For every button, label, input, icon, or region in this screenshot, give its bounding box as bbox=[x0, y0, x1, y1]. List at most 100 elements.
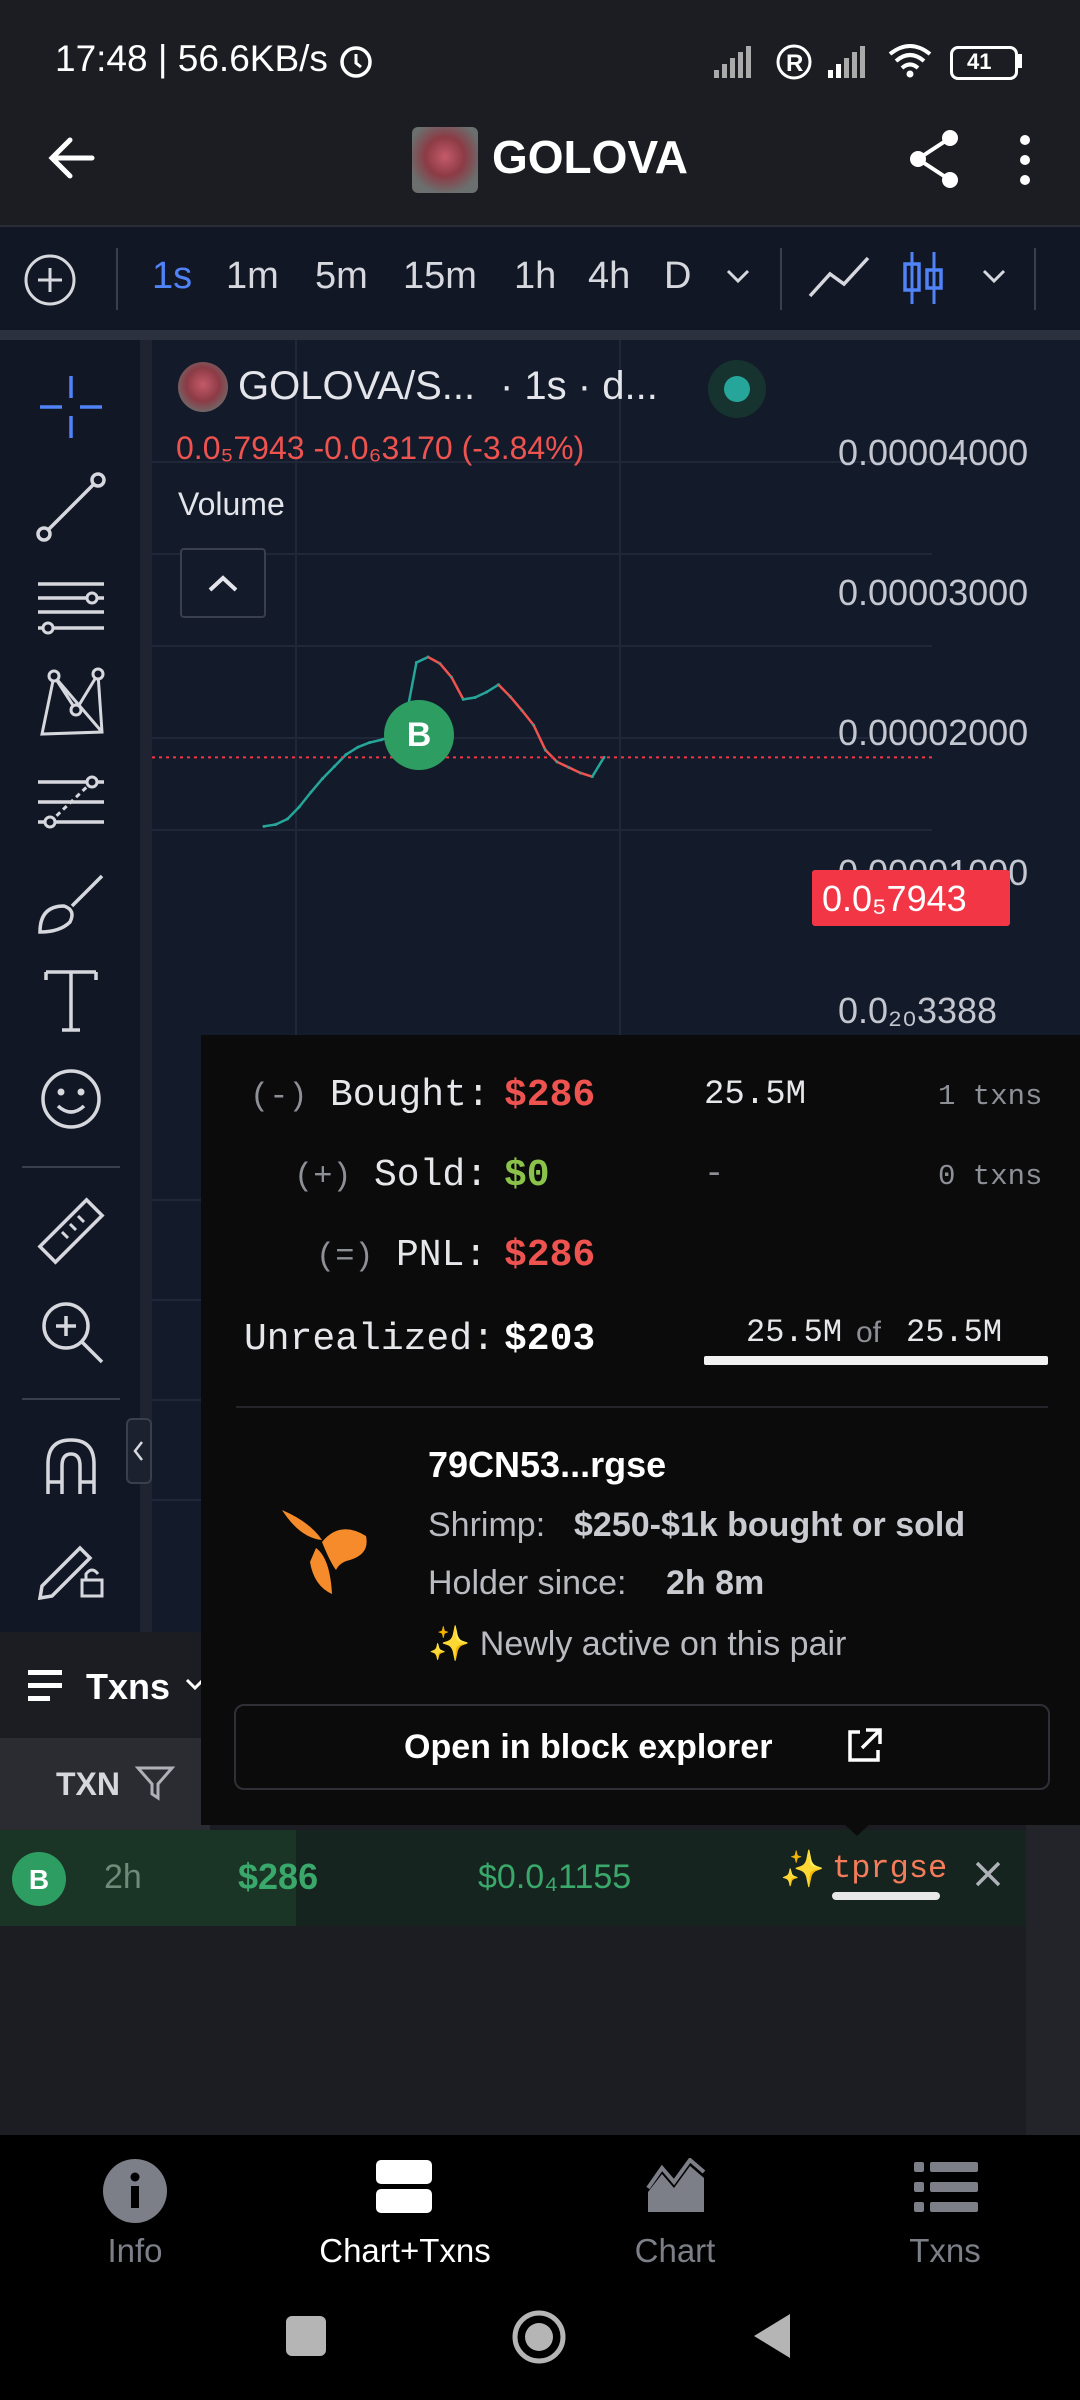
registered-icon: R bbox=[776, 44, 812, 80]
txn-usd: $286 bbox=[238, 1856, 319, 1897]
back-arrow-icon[interactable] bbox=[44, 130, 100, 186]
popup-divider bbox=[236, 1406, 1048, 1408]
ruler-icon[interactable] bbox=[30, 1190, 112, 1272]
txn-side-label: B bbox=[28, 1864, 50, 1895]
sold-txns: 0 txns bbox=[938, 1160, 1043, 1193]
text-icon[interactable] bbox=[30, 960, 112, 1042]
sparkle-icon: ✨ bbox=[780, 1848, 825, 1889]
add-indicator-icon[interactable] bbox=[22, 252, 78, 308]
txn-side-badge: B bbox=[12, 1852, 66, 1906]
bought-value: $286 bbox=[504, 1074, 596, 1117]
home-button[interactable] bbox=[510, 2308, 568, 2366]
emoji-icon[interactable] bbox=[30, 1058, 112, 1140]
zoom-in-icon[interactable] bbox=[30, 1290, 112, 1372]
pnl-value: $286 bbox=[504, 1234, 596, 1277]
price-series-segment bbox=[497, 683, 512, 698]
price-series-segment bbox=[544, 749, 558, 763]
more-vert-icon[interactable] bbox=[1010, 132, 1040, 188]
timeframe-1s[interactable]: 1s bbox=[152, 255, 192, 298]
newly-active-note: ✨ Newly active on this pair bbox=[428, 1625, 847, 1663]
current-price-tag-text: 0.0₅7943 bbox=[822, 878, 967, 919]
timeframe-1m[interactable]: 1m bbox=[226, 255, 279, 298]
chart-type-chevron-icon[interactable] bbox=[980, 266, 1008, 286]
chevron-down-icon[interactable] bbox=[724, 266, 752, 286]
price-change: 0.0₅7943 -0.0₆3170 (-3.84%) bbox=[176, 430, 585, 466]
price-series-segment bbox=[309, 777, 324, 794]
price-series-segment bbox=[520, 709, 535, 726]
price-series-segment bbox=[486, 683, 500, 694]
y-tick-label: 0.00004000 bbox=[838, 432, 1029, 473]
brush-icon[interactable] bbox=[30, 862, 112, 944]
holder-since-value: 2h 8m bbox=[666, 1564, 765, 1602]
block-explorer-button[interactable]: Open in block explorer bbox=[234, 1704, 1050, 1790]
pattern-icon[interactable] bbox=[30, 664, 112, 746]
list-icon[interactable] bbox=[914, 2160, 978, 2214]
status-time: 17:48 | 56.6KB/s bbox=[55, 38, 328, 79]
nav-txns[interactable]: Txns bbox=[810, 2232, 1080, 2270]
signal-icon-2 bbox=[828, 46, 865, 78]
timeframe-4h[interactable]: 4h bbox=[588, 255, 630, 298]
chart-symbol-avatar bbox=[178, 362, 228, 412]
price-series-segment bbox=[298, 791, 312, 808]
fib-icon[interactable] bbox=[30, 764, 112, 846]
price-series-segment bbox=[463, 696, 476, 701]
price-series-segment bbox=[509, 695, 523, 712]
info-icon[interactable] bbox=[102, 2158, 168, 2224]
collapse-legend-button[interactable] bbox=[180, 548, 266, 618]
svg-text:R: R bbox=[786, 50, 803, 77]
pnl-label: PNL: bbox=[396, 1234, 488, 1277]
share-icon[interactable] bbox=[906, 128, 962, 190]
buy-marker-label: B bbox=[406, 716, 432, 754]
price-series-segment bbox=[357, 741, 370, 749]
timeframe-5m[interactable]: 5m bbox=[315, 255, 368, 298]
holding-of: of bbox=[856, 1316, 882, 1349]
nav-chart-txns[interactable]: Chart+Txns bbox=[270, 2232, 540, 2270]
filter-icon[interactable] bbox=[134, 1764, 178, 1804]
maker-holding-bar bbox=[832, 1892, 940, 1900]
price-series-segment bbox=[345, 746, 359, 756]
menu-icon[interactable] bbox=[28, 1668, 68, 1704]
chevron-up-icon bbox=[208, 575, 238, 592]
nav-info[interactable]: Info bbox=[0, 2232, 270, 2270]
timeframe-15m[interactable]: 15m bbox=[403, 255, 477, 298]
horizontal-lines-icon[interactable] bbox=[30, 566, 112, 648]
chart-txns-icon[interactable] bbox=[374, 2158, 434, 2214]
txns-tab-label[interactable]: Txns bbox=[86, 1666, 170, 1708]
nav-chart[interactable]: Chart bbox=[540, 2232, 810, 2270]
candlestick-icon[interactable] bbox=[900, 248, 946, 308]
back-button[interactable] bbox=[750, 2310, 794, 2362]
wifi-icon bbox=[888, 44, 932, 78]
lock-pencil-icon[interactable] bbox=[30, 1524, 112, 1606]
y-tick-label: 0.00003000 bbox=[838, 572, 1029, 613]
holding-progress-track bbox=[704, 1356, 1048, 1365]
timeframe-1h[interactable]: 1h bbox=[514, 255, 556, 298]
txn-price: $0.0₄1155 bbox=[478, 1858, 632, 1896]
line-chart-type-icon[interactable] bbox=[806, 252, 872, 302]
price-series-segment bbox=[474, 690, 488, 699]
sold-value: $0 bbox=[504, 1154, 550, 1197]
toolbar-divider-2 bbox=[780, 248, 782, 310]
holding-held: 25.5M bbox=[746, 1314, 843, 1351]
external-link-icon bbox=[848, 1728, 882, 1762]
y-tick-label: 0.00002000 bbox=[838, 712, 1029, 753]
area-chart-icon[interactable] bbox=[646, 2158, 706, 2214]
battery-icon: 41 bbox=[950, 46, 1018, 80]
trend-line-icon[interactable] bbox=[30, 466, 112, 548]
timeframe-d[interactable]: D bbox=[664, 255, 691, 298]
wallet-address[interactable]: 79CN53...rgse bbox=[428, 1444, 666, 1486]
chart-symbol[interactable]: GOLOVA/S... bbox=[238, 364, 475, 409]
crosshair-icon[interactable] bbox=[30, 366, 112, 448]
magnet-icon[interactable] bbox=[30, 1426, 112, 1508]
buy-marker[interactable]: B bbox=[384, 700, 454, 770]
toolbar-separator bbox=[0, 330, 1080, 340]
close-icon[interactable] bbox=[972, 1858, 1004, 1890]
collapse-toolbar-handle[interactable] bbox=[126, 1418, 152, 1484]
chart-interval-info: · 1s · d... bbox=[500, 364, 658, 408]
recents-button[interactable] bbox=[286, 2316, 326, 2356]
bought-label: Bought: bbox=[330, 1074, 490, 1117]
txn-maker[interactable]: tprgse bbox=[832, 1850, 947, 1887]
price-series-segment bbox=[263, 823, 276, 828]
tools-divider-2 bbox=[22, 1398, 120, 1400]
pnl-prefix: (=) bbox=[316, 1238, 374, 1275]
toolbar-divider bbox=[116, 248, 118, 310]
